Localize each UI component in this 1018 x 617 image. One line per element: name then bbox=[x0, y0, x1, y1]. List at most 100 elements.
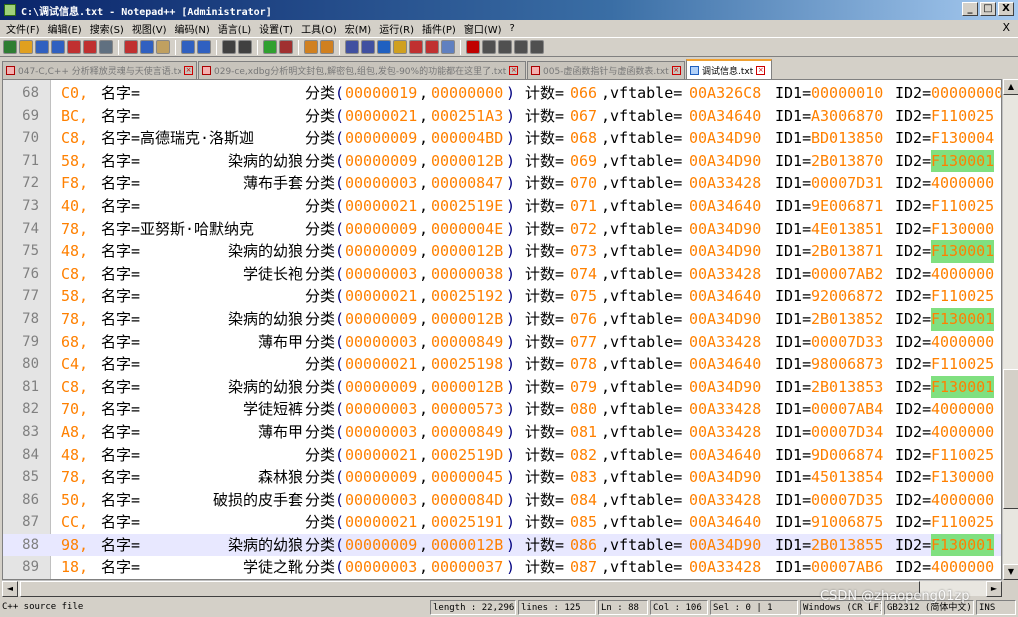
editor-line[interactable]: 78 78, 名字= 染病的幼狼 分类(00000009, 0000012B) 计数= 076… bbox=[3, 307, 1001, 331]
tab-document[interactable]: 005-虚函数指针与虚函数表.txt × bbox=[527, 61, 685, 79]
editor-line[interactable]: 69 BC, 名字= 分类(00000021, 000251A3) 计数= 067 ,vfta… bbox=[3, 105, 1001, 128]
name-field: 名字= bbox=[101, 84, 141, 102]
wrap-icon[interactable] bbox=[345, 40, 359, 54]
id2-value: 4000000 bbox=[931, 332, 995, 351]
editor-line[interactable]: 83 A8, 名字= 薄布甲 分类(00000003, 00000849) 计数= 081 ,v… bbox=[3, 421, 1001, 444]
editor-line[interactable]: 86 50, 名字= 破损的皮手套 分类(00000003, 0000084D) 计数= 08… bbox=[3, 489, 1001, 512]
editor-pane[interactable]: 68 C0, 名字= 分类(00000019, 00000000) 计数= 066 ,vfta… bbox=[2, 79, 1002, 580]
close-all-icon[interactable] bbox=[83, 40, 97, 54]
print-icon[interactable] bbox=[99, 40, 113, 54]
class-label: 分类 bbox=[305, 151, 336, 170]
sync-h-icon[interactable] bbox=[320, 40, 334, 54]
menu-language[interactable]: 语言(L) bbox=[214, 21, 255, 36]
run-macro-icon[interactable] bbox=[514, 40, 528, 54]
doc-map-icon[interactable] bbox=[393, 40, 407, 54]
find-icon[interactable] bbox=[222, 40, 236, 54]
editor-line[interactable]: 88 98, 名字= 染病的幼狼 分类(00000009, 0000012B) 计数= 086… bbox=[3, 533, 1001, 557]
new-file-icon[interactable] bbox=[3, 40, 17, 54]
sync-v-icon[interactable] bbox=[304, 40, 318, 54]
menu-plugins[interactable]: 插件(P) bbox=[418, 21, 460, 36]
editor-line[interactable]: 70 C8, 名字=高德瑞克·洛斯迦 分类(00000009, 000004BD) 计数=… bbox=[3, 127, 1001, 150]
replace-icon[interactable] bbox=[238, 40, 252, 54]
stop-macro-icon[interactable] bbox=[482, 40, 496, 54]
menu-view[interactable]: 视图(V) bbox=[128, 21, 171, 36]
editor-line[interactable]: 82 70, 名字= 学徒短裤 分类(00000003, 00000573) 计数= 080,… bbox=[3, 398, 1001, 421]
tab-document[interactable]: 029-ce,xdbg分析明文封包,解密包,组包,发包-90%的功能都在这里了.… bbox=[198, 61, 526, 79]
menu-bar: 文件(F) 编辑(E) 搜索(S) 视图(V) 编码(N) 语言(L) 设置(T… bbox=[0, 20, 1018, 37]
redo-icon[interactable] bbox=[197, 40, 211, 54]
play-macro-icon[interactable] bbox=[498, 40, 512, 54]
id1-label: ID1= bbox=[775, 151, 812, 170]
id1-value: 92006872 bbox=[811, 287, 884, 306]
scroll-left-icon[interactable]: ◄ bbox=[2, 581, 18, 597]
menu-help[interactable]: ? bbox=[506, 23, 519, 34]
all-chars-icon[interactable] bbox=[361, 40, 375, 54]
id1-value: 2B013853 bbox=[811, 377, 884, 396]
menu-encoding[interactable]: 编码(N) bbox=[171, 21, 214, 36]
name-field: 名字= bbox=[101, 196, 141, 215]
close-window-button[interactable]: X bbox=[998, 2, 1014, 16]
editor-line[interactable]: 85 78, 名字= 森林狼 分类(00000009, 00000045) 计数= 083 ,v… bbox=[3, 466, 1001, 489]
zoom-in-icon[interactable] bbox=[263, 40, 277, 54]
cut-icon[interactable] bbox=[124, 40, 138, 54]
editor-line[interactable]: 76 C8, 名字= 学徒长袍 分类(00000003, 00000038) 计数= 074,… bbox=[3, 263, 1001, 286]
paste-icon[interactable] bbox=[156, 40, 170, 54]
minimize-button[interactable]: _ bbox=[962, 2, 978, 16]
menu-run[interactable]: 运行(R) bbox=[375, 21, 418, 36]
undo-icon[interactable] bbox=[181, 40, 195, 54]
close-icon[interactable] bbox=[67, 40, 81, 54]
menu-tools[interactable]: 工具(O) bbox=[297, 21, 341, 36]
close-document-icon[interactable]: X bbox=[1002, 21, 1010, 34]
tab-close-icon[interactable]: × bbox=[756, 65, 766, 75]
open-file-icon[interactable] bbox=[19, 40, 33, 54]
editor-line[interactable]: 87 CC, 名字= 分类(00000021, 00025191) 计数= 085 ,vfta… bbox=[3, 511, 1001, 534]
editor-line[interactable]: 72 F8, 名字= 薄布手套 分类(00000003, 00000847) 计数= 070,… bbox=[3, 172, 1001, 195]
scroll-right-icon[interactable]: ► bbox=[986, 581, 1002, 597]
editor-line[interactable]: 84 48, 名字= 分类(00000021, 0002519D) 计数= 082 ,vfta… bbox=[3, 444, 1001, 467]
editor-line[interactable]: 80 C4, 名字= 分类(00000021, 00025198) 计数= 078 ,vfta… bbox=[3, 353, 1001, 376]
horizontal-scroll-thumb[interactable] bbox=[20, 581, 920, 597]
copy-icon[interactable] bbox=[140, 40, 154, 54]
tab-close-icon[interactable]: × bbox=[671, 66, 681, 75]
menu-macro[interactable]: 宏(M) bbox=[341, 21, 375, 36]
editor-line[interactable]: 71 58, 名字= 染病的幼狼 分类(00000009, 0000012B) 计数= 069… bbox=[3, 149, 1001, 173]
tab-document[interactable]: 047-C,C++ 分析释放灵魂与天使言语.txt × bbox=[2, 61, 197, 79]
status-insert-mode: INS bbox=[976, 600, 1016, 615]
editor-line[interactable]: 81 C8, 名字= 染病的幼狼 分类(00000009, 0000012B) 计数= 079… bbox=[3, 375, 1001, 399]
menu-file[interactable]: 文件(F) bbox=[2, 21, 44, 36]
editor-line[interactable]: 77 58, 名字= 分类(00000021, 00025192) 计数= 075 ,vfta… bbox=[3, 285, 1001, 308]
tab-close-icon[interactable]: × bbox=[509, 66, 519, 75]
comma: , bbox=[419, 490, 429, 509]
editor-line[interactable]: 68 C0, 名字= 分类(00000019, 00000000) 计数= 066 ,vfta… bbox=[3, 82, 1001, 105]
editor-line[interactable]: 89 18, 名字= 学徒之靴 分类(00000003, 00000037) 计数= 087,… bbox=[3, 556, 1001, 579]
vertical-scrollbar[interactable]: ▲ ▼ bbox=[1002, 79, 1018, 580]
record-macro-icon[interactable] bbox=[466, 40, 480, 54]
editor-line[interactable]: 75 48, 名字= 染病的幼狼 分类(00000009, 0000012B) 计数= 073… bbox=[3, 240, 1001, 263]
menu-edit[interactable]: 编辑(E) bbox=[44, 21, 86, 36]
editor-line[interactable]: 73 40, 名字= 分类(00000021, 0002519E) 计数= 071 ,vfta… bbox=[3, 195, 1001, 218]
monitor-icon[interactable] bbox=[441, 40, 455, 54]
zoom-out-icon[interactable] bbox=[279, 40, 293, 54]
paren-close: ) bbox=[506, 84, 516, 102]
tab-close-icon[interactable]: × bbox=[184, 66, 193, 75]
folder-workspace-icon[interactable] bbox=[425, 40, 439, 54]
maximize-button[interactable]: □ bbox=[980, 2, 996, 16]
tab-active-document[interactable]: 调试信息.txt × bbox=[686, 59, 772, 79]
save-macro-icon[interactable] bbox=[530, 40, 544, 54]
id1-label: ID1= bbox=[775, 309, 812, 328]
menu-search[interactable]: 搜索(S) bbox=[86, 21, 128, 36]
editor-line[interactable]: 74 78, 名字=亚努斯·哈默纳克 分类(00000009, 0000004E) 计数=… bbox=[3, 218, 1001, 241]
class-b: 0000012B bbox=[431, 535, 504, 554]
menu-settings[interactable]: 设置(T) bbox=[255, 21, 297, 36]
scroll-down-icon[interactable]: ▼ bbox=[1003, 564, 1018, 580]
indent-guide-icon[interactable] bbox=[377, 40, 391, 54]
id2-value: F130001 bbox=[931, 149, 995, 173]
class-label: 分类 bbox=[305, 84, 336, 102]
scroll-up-icon[interactable]: ▲ bbox=[1003, 79, 1018, 95]
editor-line[interactable]: 79 68, 名字= 薄布甲 分类(00000003, 00000849) 计数= 077 ,v… bbox=[3, 331, 1001, 354]
save-all-icon[interactable] bbox=[51, 40, 65, 54]
save-icon[interactable] bbox=[35, 40, 49, 54]
function-list-icon[interactable] bbox=[409, 40, 423, 54]
vertical-scroll-thumb[interactable] bbox=[1003, 369, 1018, 509]
menu-window[interactable]: 窗口(W) bbox=[460, 21, 506, 36]
